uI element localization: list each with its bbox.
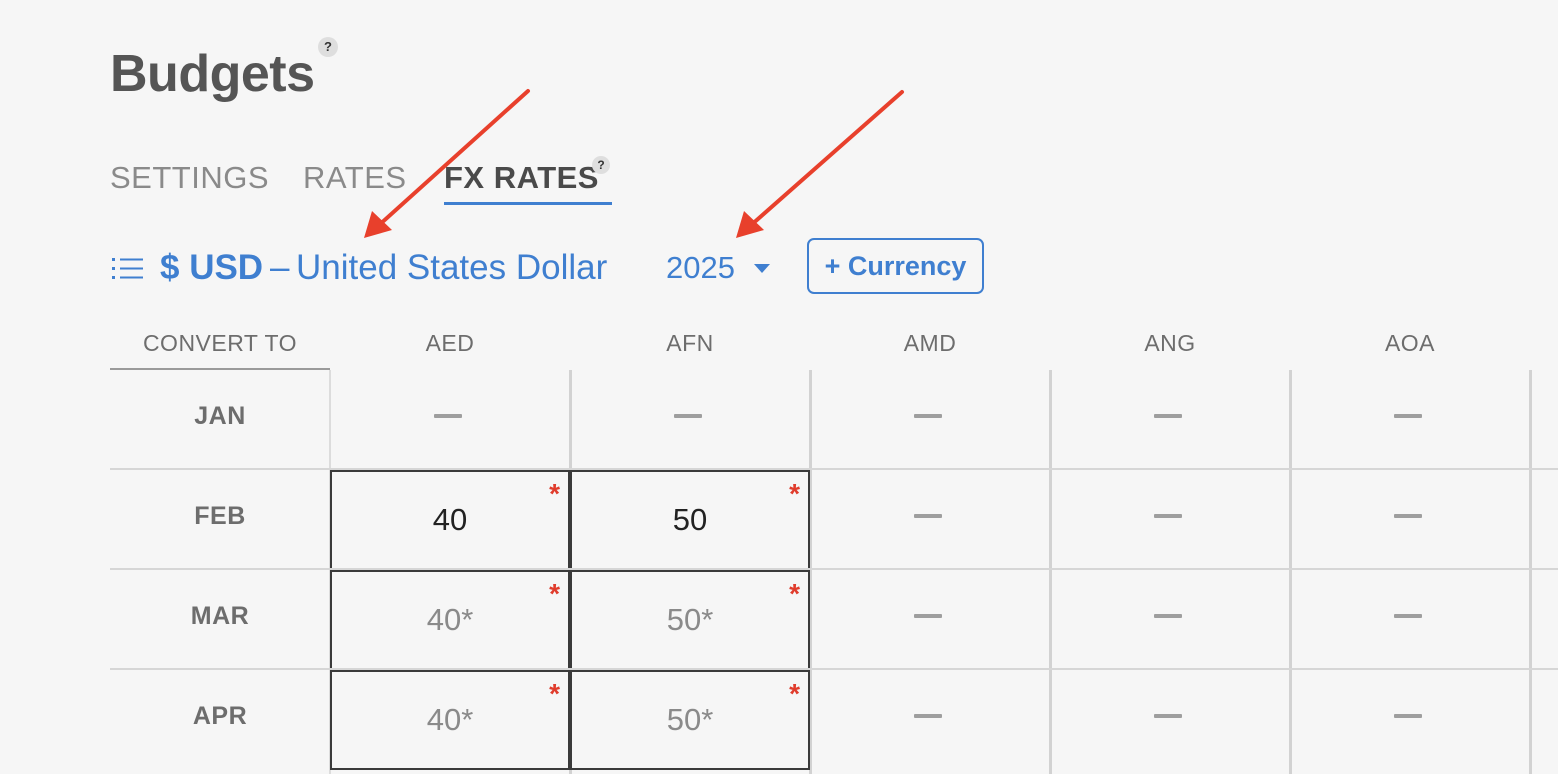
required-marker: *: [549, 578, 560, 609]
rate-cell-mar-aoa[interactable]: [1290, 570, 1530, 670]
help-icon[interactable]: ?: [318, 37, 338, 57]
rate-cell-jan-ang[interactable]: [1050, 370, 1290, 470]
currency-header-aoa: AOA: [1384, 330, 1436, 356]
required-marker: *: [549, 478, 560, 509]
required-marker: *: [789, 678, 800, 709]
budgets-page: Budgets ? SETTINGS RATES FX RATES ? $ US…: [0, 0, 1558, 774]
rate-cell-feb-aoa[interactable]: [1290, 470, 1530, 570]
currency-header-afn: AFN: [666, 330, 714, 356]
rate-cell-apr-ang[interactable]: [1050, 670, 1290, 770]
rate-cell-apr-amd[interactable]: [810, 670, 1050, 770]
empty-value-dash: [1394, 614, 1422, 618]
empty-value-dash: [1154, 514, 1182, 518]
convert-to-header: CONVERT TO: [142, 330, 298, 356]
base-currency-name[interactable]: United States Dollar: [296, 248, 607, 288]
currency-header-amd: AMD: [903, 330, 957, 356]
month-label-apr: APR: [192, 702, 248, 730]
annotation-arrow: [376, 89, 530, 228]
empty-value-dash: [1154, 614, 1182, 618]
month-label-feb: FEB: [194, 502, 246, 530]
currency-header-aed: AED: [425, 330, 475, 356]
rate-cell-feb-afn[interactable]: 50 *: [570, 470, 810, 570]
page-title: Budgets: [110, 45, 315, 103]
required-marker: *: [789, 578, 800, 609]
tab-fx-rates[interactable]: FX RATES: [444, 160, 599, 196]
month-label-mar: MAR: [190, 602, 250, 630]
currency-header-ang: ANG: [1144, 330, 1196, 356]
active-tab-indicator: [444, 202, 612, 205]
empty-value-dash: [914, 514, 942, 518]
empty-value-dash: [1394, 714, 1422, 718]
empty-value-dash: [1154, 414, 1182, 418]
rate-value: 40*: [426, 602, 474, 637]
rate-cell-jan-aoa[interactable]: [1290, 370, 1530, 470]
empty-value-dash: [674, 414, 702, 418]
required-marker: *: [549, 678, 560, 709]
add-currency-button[interactable]: + Currency: [807, 238, 984, 294]
caret-down-icon[interactable]: [754, 264, 770, 273]
rate-cell-jan-aed[interactable]: [330, 370, 570, 470]
month-label-jan: JAN: [194, 402, 246, 430]
annotation-arrowhead: [364, 211, 392, 238]
rate-cell-mar-aed[interactable]: 40* *: [330, 570, 570, 670]
tab-rates[interactable]: RATES: [303, 160, 407, 196]
empty-value-dash: [434, 414, 462, 418]
rate-value: 40*: [426, 702, 474, 737]
base-currency-code[interactable]: $ USD: [160, 248, 263, 288]
rate-cell-feb-amd[interactable]: [810, 470, 1050, 570]
empty-value-dash: [1394, 514, 1422, 518]
required-marker: *: [789, 478, 800, 509]
base-currency-separator: –: [270, 248, 290, 287]
annotation-arrowhead: [736, 211, 764, 238]
rate-cell-jan-amd[interactable]: [810, 370, 1050, 470]
rate-value: 50: [672, 502, 708, 537]
rate-value: 50*: [666, 602, 714, 637]
tab-settings[interactable]: SETTINGS: [110, 160, 269, 196]
empty-value-dash: [914, 614, 942, 618]
empty-value-dash: [914, 714, 942, 718]
rate-cell-feb-aed[interactable]: 40 *: [330, 470, 570, 570]
list-icon[interactable]: [112, 255, 144, 288]
rate-value: 40: [432, 502, 468, 537]
empty-value-dash: [1394, 414, 1422, 418]
rate-cell-jan-afn[interactable]: [570, 370, 810, 470]
rate-cell-apr-aed[interactable]: 40* *: [330, 670, 570, 770]
rate-cell-mar-afn[interactable]: 50* *: [570, 570, 810, 670]
year-select[interactable]: 2025: [666, 250, 735, 286]
rate-cell-feb-ang[interactable]: [1050, 470, 1290, 570]
annotation-arrow: [748, 90, 904, 228]
header-divider: [110, 368, 330, 370]
empty-value-dash: [1154, 714, 1182, 718]
empty-value-dash: [914, 414, 942, 418]
rate-value: 50*: [666, 702, 714, 737]
help-icon[interactable]: ?: [592, 156, 610, 174]
rate-cell-mar-ang[interactable]: [1050, 570, 1290, 670]
rate-cell-mar-amd[interactable]: [810, 570, 1050, 670]
rate-cell-apr-afn[interactable]: 50* *: [570, 670, 810, 770]
rate-cell-apr-aoa[interactable]: [1290, 670, 1530, 770]
